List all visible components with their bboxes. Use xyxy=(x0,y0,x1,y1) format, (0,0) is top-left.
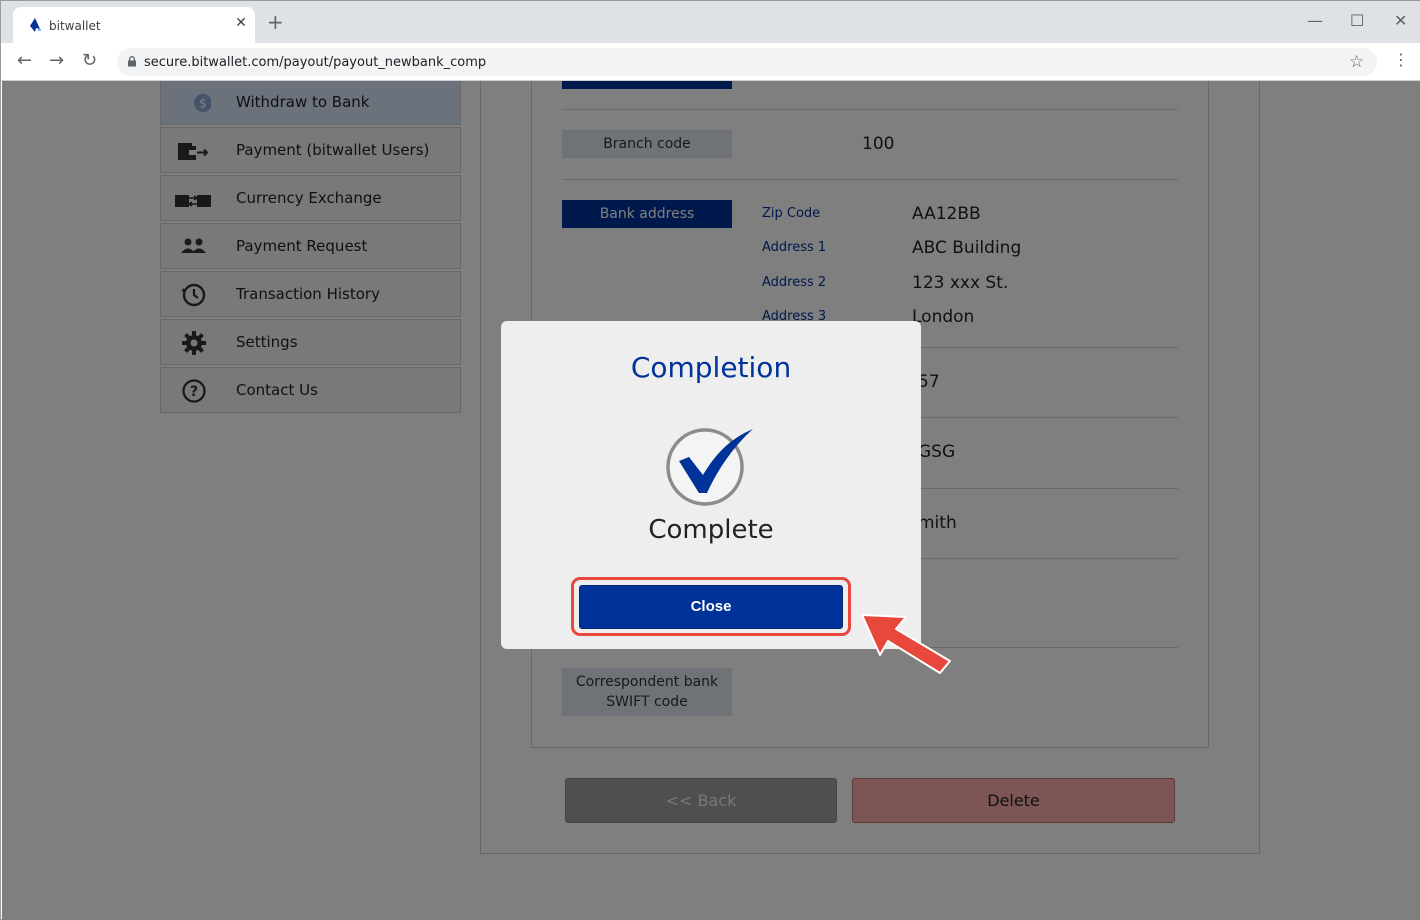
reload-icon[interactable]: ↻ xyxy=(82,52,97,70)
browser-tab[interactable]: bitwallet ✕ xyxy=(13,7,255,43)
tab-title: bitwallet xyxy=(49,19,101,33)
bitwallet-logo-icon xyxy=(30,18,41,32)
page-content: $ Withdraw to Bank Payment (bitwallet Us… xyxy=(2,81,1420,920)
checkmark-circle-icon xyxy=(666,428,753,506)
browser-menu-icon[interactable]: ⋮ xyxy=(1393,52,1409,68)
maximize-icon[interactable]: ☐ xyxy=(1350,13,1364,29)
close-tab-icon[interactable]: ✕ xyxy=(233,15,249,31)
forward-arrow-icon[interactable]: → xyxy=(49,52,64,70)
address-bar[interactable]: secure.bitwallet.com/payout/payout_newba… xyxy=(117,48,1377,76)
pointer-arrow-icon xyxy=(861,614,951,674)
browser-toolbar: ← → ↻ secure.bitwallet.com/payout/payout… xyxy=(1,43,1420,81)
bookmark-star-icon[interactable]: ☆ xyxy=(1349,52,1364,72)
dialog-title: Completion xyxy=(630,351,792,384)
window-close-icon[interactable]: ✕ xyxy=(1394,13,1407,29)
back-arrow-icon[interactable]: ← xyxy=(17,52,32,70)
lock-icon xyxy=(128,56,136,67)
browser-window: bitwallet ✕ + — ☐ ✕ ← → ↻ secure.bitwall… xyxy=(0,0,1420,920)
url-text: secure.bitwallet.com/payout/payout_newba… xyxy=(144,55,487,70)
completion-dialog: Completion Complete Close xyxy=(501,321,921,649)
minimize-icon[interactable]: — xyxy=(1307,13,1323,29)
tab-bar: bitwallet ✕ + — ☐ ✕ xyxy=(1,1,1420,43)
new-tab-icon[interactable]: + xyxy=(267,12,284,32)
close-button[interactable]: Close xyxy=(579,585,843,629)
status-text: Complete xyxy=(648,515,774,545)
